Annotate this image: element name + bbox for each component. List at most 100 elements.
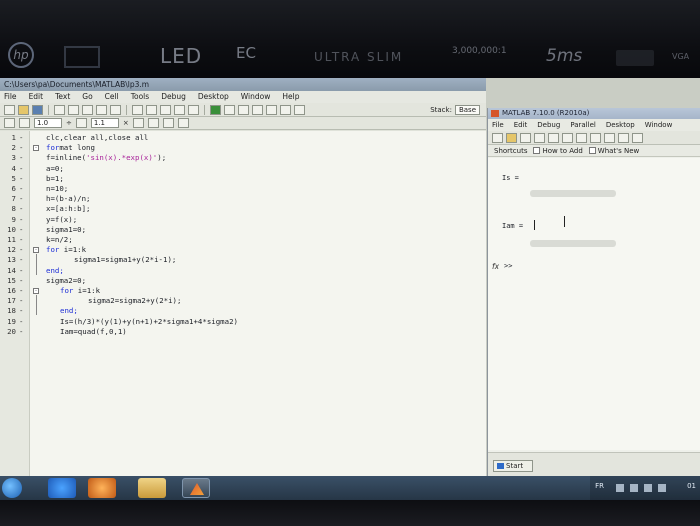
breakpoint-marker[interactable]: -	[19, 194, 23, 204]
command-output[interactable]: Is = Iam = fx >>	[488, 158, 700, 450]
increment-icon[interactable]	[75, 118, 87, 128]
menu-window[interactable]: Window	[241, 91, 271, 103]
code-line[interactable]: 3- f=inline('sin(x).*exp(x)');	[0, 153, 486, 163]
cmd-menu-edit[interactable]: Edit	[514, 119, 528, 131]
breakpoint-marker[interactable]: -	[19, 266, 23, 276]
back-arrow-icon[interactable]	[160, 104, 171, 115]
help-icon[interactable]	[177, 118, 189, 128]
fold-toggle-icon[interactable]: -	[33, 247, 39, 254]
code-line[interactable]: 1- clc,clear all,close all	[0, 133, 486, 143]
windows-start-icon[interactable]	[2, 478, 22, 498]
menu-tools[interactable]: Tools	[131, 91, 149, 103]
menu-debug[interactable]: Debug	[161, 91, 186, 103]
code-line[interactable]: 17- sigma2=sigma2+y(2*i);	[0, 296, 486, 306]
cmd-menu-desktop[interactable]: Desktop	[606, 119, 635, 131]
internet-explorer-icon[interactable]	[48, 478, 76, 498]
code-line[interactable]: 15- sigma2=0;	[0, 276, 486, 286]
shortcuts-label[interactable]: Shortcuts	[494, 147, 527, 155]
print-icon[interactable]	[132, 104, 143, 115]
undo-icon[interactable]	[562, 132, 573, 143]
undo-icon[interactable]	[96, 104, 107, 115]
flag-icon[interactable]	[644, 484, 652, 492]
cell-divide-icon[interactable]: ÷	[66, 119, 72, 127]
media-player-icon[interactable]	[88, 478, 116, 498]
breakpoint-marker[interactable]: -	[19, 286, 23, 296]
code-line[interactable]: 19- Is=(h/3)*(y(1)+y(n+1)+2*sigma1+4*sigm…	[0, 317, 486, 327]
new-file-icon[interactable]	[492, 132, 503, 143]
help-icon[interactable]	[632, 132, 643, 143]
cell-value-field-2[interactable]: 1.1	[90, 118, 119, 128]
menu-cell[interactable]: Cell	[105, 91, 119, 103]
file-explorer-icon[interactable]	[138, 478, 166, 498]
breakpoint-marker[interactable]: -	[19, 317, 23, 327]
breakpoint-marker[interactable]: -	[19, 184, 23, 194]
cell-mode-icon[interactable]	[4, 118, 15, 128]
breakpoint-marker[interactable]: -	[19, 164, 23, 174]
menu-text[interactable]: Text	[55, 91, 70, 103]
code-line[interactable]: 11- k=n/2;	[0, 235, 486, 245]
breakpoint-marker[interactable]: -	[19, 245, 23, 255]
redo-icon[interactable]	[576, 132, 587, 143]
copy-icon[interactable]	[534, 132, 545, 143]
breakpoint-marker[interactable]: -	[19, 327, 23, 337]
fold-toggle-icon[interactable]: -	[33, 288, 39, 294]
code-editor[interactable]: 1- clc,clear all,close all 2- - format long 3…	[0, 131, 486, 478]
cmd-menu-parallel[interactable]: Parallel	[570, 119, 596, 131]
breakpoint-marker[interactable]: -	[19, 225, 23, 235]
simulink-icon[interactable]	[590, 132, 601, 143]
breakpoint-icon[interactable]	[224, 104, 235, 115]
code-line[interactable]: 10- sigma1=0;	[0, 225, 486, 235]
code-line[interactable]: 7- h=(b-a)/n;	[0, 194, 486, 204]
cmd-menu-file[interactable]: File	[492, 119, 504, 131]
menu-file[interactable]: File	[4, 91, 17, 103]
cut-icon[interactable]	[520, 132, 531, 143]
cmd-menu-window[interactable]: Window	[645, 119, 673, 131]
breakpoint-marker[interactable]: -	[19, 215, 23, 225]
breakpoint-marker[interactable]: -	[19, 153, 23, 163]
command-window-title[interactable]: MATLAB 7.10.0 (R2010a)	[488, 108, 700, 119]
save-icon[interactable]	[32, 104, 43, 115]
clock[interactable]: 01	[687, 482, 696, 490]
whats-new-link[interactable]: What's New	[588, 146, 639, 155]
function-icon[interactable]	[188, 104, 199, 115]
code-line[interactable]: 12- - for i=1:k	[0, 245, 486, 255]
breakpoint-marker[interactable]: -	[19, 174, 23, 184]
paste-icon[interactable]	[82, 104, 93, 115]
language-indicator[interactable]: FR	[595, 482, 604, 490]
menu-desktop[interactable]: Desktop	[198, 91, 229, 103]
menu-go[interactable]: Go	[82, 91, 92, 103]
code-line[interactable]: 13- sigma1=sigma1+y(2*i-1);	[0, 255, 486, 265]
menu-edit[interactable]: Edit	[29, 91, 44, 103]
breakpoint-marker[interactable]: -	[19, 133, 23, 143]
decrement-icon[interactable]	[19, 118, 30, 128]
step-out-icon[interactable]	[266, 104, 277, 115]
code-line[interactable]: 20- Iam=quad(f,0,1)	[0, 327, 486, 337]
breakpoint-marker[interactable]: -	[19, 143, 23, 153]
editor-title[interactable]: C:\Users\pa\Documents\MATLAB\lp3.m	[0, 78, 486, 91]
menu-help[interactable]: Help	[282, 91, 299, 103]
forward-arrow-icon[interactable]	[174, 104, 185, 115]
code-line[interactable]: 16- - for i=1:k	[0, 286, 486, 296]
code-line[interactable]: 18- end;	[0, 306, 486, 316]
stack-select[interactable]: Base	[454, 104, 480, 115]
code-line[interactable]: 5- b=1;	[0, 174, 486, 184]
code-line[interactable]: 6- n=10;	[0, 184, 486, 194]
how-to-add-link[interactable]: How to Add	[533, 146, 583, 155]
cell-times-icon[interactable]: ×	[123, 119, 129, 127]
paste-icon[interactable]	[548, 132, 559, 143]
breakpoint-marker[interactable]: -	[19, 276, 23, 286]
fx-icon[interactable]: fx	[492, 262, 499, 271]
breakpoint-marker[interactable]: -	[19, 306, 23, 316]
cell-eval-advance-icon[interactable]	[147, 118, 159, 128]
breakpoint-marker[interactable]: -	[19, 296, 23, 306]
volume-icon[interactable]	[616, 484, 624, 492]
code-line[interactable]: 2- - format long	[0, 143, 486, 153]
breakpoint-marker[interactable]: -	[19, 235, 23, 245]
power-icon[interactable]	[658, 484, 666, 492]
open-folder-icon[interactable]	[18, 104, 29, 115]
step-icon[interactable]	[238, 104, 249, 115]
cell-eval-file-icon[interactable]	[162, 118, 174, 128]
copy-icon[interactable]	[68, 104, 79, 115]
guide-icon[interactable]	[604, 132, 615, 143]
exit-debug-icon[interactable]	[294, 104, 305, 115]
